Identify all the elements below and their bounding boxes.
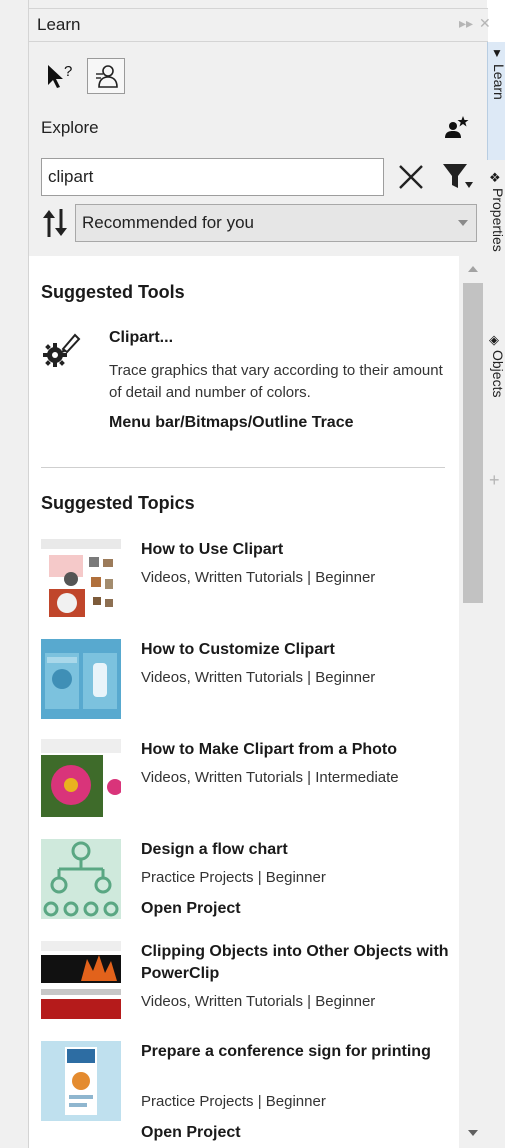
topic-thumbnail <box>41 839 121 919</box>
topic-meta: Practice Projects | Beginner <box>141 869 326 886</box>
tool-menu-path: Menu bar/Bitmaps/Outline Trace <box>109 414 354 431</box>
explore-mode-button[interactable] <box>87 58 125 94</box>
topic-title[interactable]: Prepare a conference sign for printing <box>141 1041 451 1063</box>
filter-funnel-icon <box>443 164 473 188</box>
whats-this-button[interactable]: ? <box>41 58 79 94</box>
topic-title[interactable]: How to Use Clipart <box>141 539 451 561</box>
topic-meta: Videos, Written Tutorials | Beginner <box>141 569 376 586</box>
explore-label: Explore <box>41 118 99 137</box>
sort-arrows-icon <box>43 209 67 237</box>
topic-item[interactable]: Prepare a conference sign for printing P… <box>41 1041 456 1141</box>
scroll-down-icon[interactable] <box>468 1130 478 1136</box>
topic-item[interactable]: How to Use Clipart Videos, Written Tutor… <box>41 539 456 629</box>
sort-dropdown-value: Recommended for you <box>82 213 254 232</box>
topic-title[interactable]: How to Customize Clipart <box>141 639 451 661</box>
topic-title[interactable]: Design a flow chart <box>141 839 451 861</box>
topic-item[interactable]: How to Make Clipart from a Photo Videos,… <box>41 739 456 829</box>
svg-text:?: ? <box>64 63 72 80</box>
results-list: Suggested Tools Clipart... Trace graphic… <box>29 256 459 1148</box>
topic-meta: Videos, Written Tutorials | Intermediate <box>141 769 399 786</box>
search-input[interactable]: clipart <box>41 158 384 196</box>
topic-thumbnail <box>41 941 121 1021</box>
suggested-topics-heading: Suggested Topics <box>41 493 195 513</box>
topic-thumbnail <box>41 739 121 819</box>
tab-objects-label: Objects <box>490 350 505 398</box>
learn-person-icon <box>96 65 118 88</box>
topic-meta: Practice Projects | Beginner <box>141 1093 326 1110</box>
clear-search-button[interactable] <box>395 160 427 194</box>
suggested-tools-heading: Suggested Tools <box>41 282 185 302</box>
topic-thumbnail <box>41 639 121 719</box>
sort-dropdown[interactable]: Recommended for you <box>75 204 477 242</box>
properties-tab-icon: ❖ <box>489 170 501 185</box>
collapse-icon[interactable]: ▸▸ <box>459 15 473 32</box>
tab-learn-label: Learn <box>491 64 505 100</box>
learn-docker-inner: Learn ▸▸ ✕ ? Explore clipart Recommended… <box>28 0 491 1148</box>
topic-meta: Videos, Written Tutorials | Beginner <box>141 669 376 686</box>
whats-this-icon: ? <box>48 63 72 88</box>
close-docker-icon[interactable]: ✕ <box>479 15 491 32</box>
chevron-down-icon <box>458 220 468 226</box>
tool-name[interactable]: Clipart... <box>109 329 173 347</box>
scroll-up-icon[interactable] <box>468 266 478 272</box>
topic-item[interactable]: How to Customize Clipart Videos, Written… <box>41 639 456 729</box>
tab-properties[interactable]: ❖ Properties <box>487 166 505 302</box>
topic-item[interactable]: Clipping Objects into Other Objects with… <box>41 941 456 1031</box>
learn-docker: Learn ▸▸ ✕ ? Explore clipart Recommended… <box>0 0 491 1148</box>
tab-properties-label: Properties <box>490 188 505 252</box>
scrollbar-thumb[interactable] <box>463 283 483 603</box>
results-scrollbar[interactable] <box>459 256 488 1148</box>
tab-objects[interactable]: ◈ Objects <box>487 328 505 448</box>
filter-button[interactable] <box>441 160 475 194</box>
gear-brush-trace-icon <box>41 331 81 371</box>
docker-titlebar: Learn ▸▸ ✕ <box>29 8 491 42</box>
topic-meta: Videos, Written Tutorials | Beginner <box>141 993 376 1010</box>
docker-tab-strip: ▼ Learn ❖ Properties ◈ Objects + <box>487 42 505 1148</box>
learn-tab-icon: ▼ <box>491 46 503 60</box>
open-project-link[interactable]: Open Project <box>141 1124 241 1142</box>
favorite-person-star-icon <box>445 116 469 138</box>
tool-description: Trace graphics that vary according to th… <box>109 362 443 401</box>
add-docker-tab-icon[interactable]: + <box>489 470 500 491</box>
close-icon <box>399 165 423 189</box>
docker-title: Learn <box>37 15 81 34</box>
objects-tab-icon: ◈ <box>489 332 499 347</box>
topic-title[interactable]: Clipping Objects into Other Objects with… <box>141 941 451 985</box>
sort-order-button[interactable] <box>41 207 71 239</box>
favorites-button[interactable] <box>443 114 469 145</box>
open-project-link[interactable]: Open Project <box>141 900 241 918</box>
topic-title[interactable]: How to Make Clipart from a Photo <box>141 739 451 761</box>
topic-item[interactable]: Design a flow chart Practice Projects | … <box>41 839 456 929</box>
topic-thumbnail <box>41 1041 121 1121</box>
tab-learn[interactable]: ▼ Learn <box>487 42 505 160</box>
section-divider <box>41 467 445 468</box>
topic-thumbnail <box>41 539 121 619</box>
